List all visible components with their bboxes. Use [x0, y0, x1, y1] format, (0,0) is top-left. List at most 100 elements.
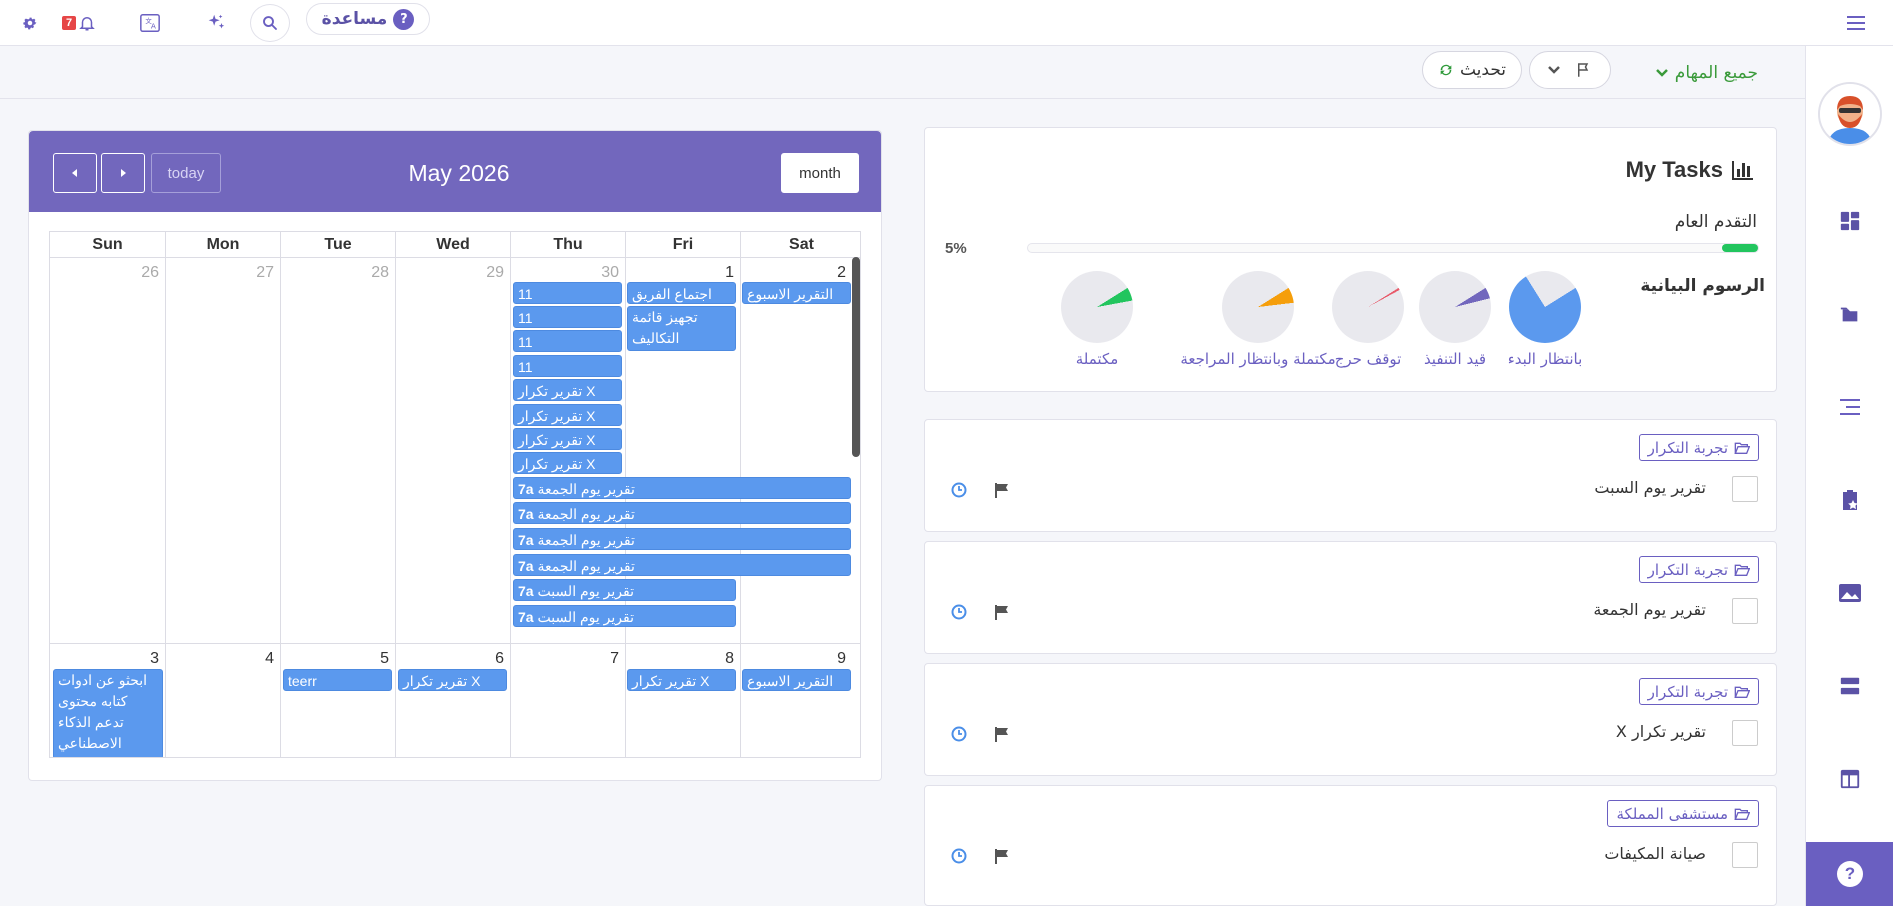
- task-checkbox[interactable]: [1732, 476, 1758, 502]
- calendar-event[interactable]: teerr: [283, 669, 392, 691]
- calendar-event[interactable]: التقرير الاسبوع: [742, 669, 851, 691]
- calendar-event[interactable]: 11: [513, 355, 622, 377]
- calendar-event-friday-report[interactable]: 7a تقرير يوم الجمعة: [513, 528, 851, 550]
- task-checkbox[interactable]: [1732, 720, 1758, 746]
- event-title: تقرير يوم الجمعة: [537, 506, 635, 522]
- project-tag[interactable]: تجربة التكرار: [1638, 556, 1759, 583]
- flag-icon[interactable]: [993, 481, 1011, 499]
- day-cell[interactable]: 4: [166, 644, 281, 757]
- progress-fill: [1721, 244, 1758, 252]
- menu-hamburger-icon[interactable]: [1844, 8, 1868, 38]
- event-time: 7a: [518, 583, 534, 599]
- calendar-event-saturday-report[interactable]: 7a تقرير يوم السبت: [513, 605, 736, 627]
- calendar-event[interactable]: X تقرير تكرار: [513, 404, 622, 426]
- day-cell[interactable]: 5: [281, 644, 396, 757]
- translate-icon[interactable]: 文A: [137, 8, 163, 38]
- user-avatar[interactable]: [1818, 82, 1882, 146]
- flag-icon[interactable]: [993, 603, 1011, 621]
- calendar-event[interactable]: اجتماع الفريق: [627, 282, 736, 304]
- clock-icon[interactable]: [951, 482, 967, 498]
- project-tag[interactable]: مستشفى المملكة: [1607, 800, 1759, 827]
- calendar-event[interactable]: 11: [513, 306, 622, 328]
- task-checkbox[interactable]: [1732, 598, 1758, 624]
- project-tag-label: تجربة التكرار: [1647, 682, 1728, 701]
- task-item[interactable]: تجربة التكرار تقرير تكرار X: [924, 663, 1777, 776]
- clock-icon[interactable]: [951, 726, 967, 742]
- help-button[interactable]: مساعدة ?: [306, 3, 430, 35]
- calendar-prev-button[interactable]: [53, 153, 97, 193]
- event-title: تقرير يوم الجمعة: [537, 558, 635, 574]
- calendar-event-friday-report[interactable]: 7a تقرير يوم الجمعة: [513, 502, 851, 524]
- day-cell[interactable]: 26: [50, 258, 166, 644]
- calendar-month-view-button[interactable]: month: [781, 153, 859, 193]
- flag-icon[interactable]: [993, 847, 1011, 865]
- flag-filter-dropdown[interactable]: [1529, 51, 1611, 89]
- ai-sparkle-icon[interactable]: [203, 8, 229, 38]
- day-number: 9: [837, 650, 846, 667]
- dashboard-icon[interactable]: [1836, 207, 1864, 235]
- day-cell[interactable]: 8: [626, 644, 741, 757]
- day-cell[interactable]: 6: [396, 644, 511, 757]
- settings-gear-icon[interactable]: [18, 8, 42, 38]
- calendar-grid: Sun Mon Tue Wed Thu Fri Sat 26 27 28 29 …: [49, 231, 861, 758]
- starred-clipboard-icon[interactable]: [1836, 486, 1864, 514]
- question-icon: ?: [1837, 861, 1863, 887]
- project-tag[interactable]: تجربة التكرار: [1638, 678, 1759, 705]
- calendar-event[interactable]: X تقرير تكرار: [513, 452, 622, 474]
- calendar-event-friday-report[interactable]: 7a تقرير يوم الجمعة: [513, 554, 851, 576]
- status-pie-label: مكتملة: [1075, 350, 1119, 368]
- calendar-event[interactable]: 11: [513, 330, 622, 352]
- search-button[interactable]: [250, 4, 290, 42]
- table-layout-icon[interactable]: [1836, 765, 1864, 793]
- help-label: مساعدة: [321, 9, 388, 29]
- day-cell[interactable]: 9: [741, 644, 860, 757]
- calendar-event[interactable]: ابحثو عن ادوات كتابه محتوى تدعم الذكاء ا…: [53, 669, 163, 757]
- bell-icon: [79, 17, 95, 31]
- event-time: 7a: [518, 532, 534, 548]
- day-number: 4: [265, 650, 274, 667]
- notification-count-badge: 7: [61, 16, 77, 30]
- task-checkbox[interactable]: [1732, 842, 1758, 868]
- day-number: 28: [371, 264, 389, 281]
- all-tasks-dropdown[interactable]: جميع المهام: [1628, 59, 1758, 87]
- calendar-scrollbar[interactable]: [852, 257, 860, 457]
- day-cell[interactable]: 7: [511, 644, 626, 757]
- image-icon[interactable]: [1836, 579, 1864, 607]
- refresh-icon: [1440, 64, 1452, 76]
- calendar-event[interactable]: X تقرير تكرار: [513, 428, 622, 450]
- task-item[interactable]: تجربة التكرار تقرير يوم السبت: [924, 419, 1777, 532]
- calendar-event[interactable]: X تقرير تكرار: [398, 669, 507, 691]
- clock-icon[interactable]: [951, 848, 967, 864]
- status-pie: [1222, 271, 1294, 343]
- task-item[interactable]: تجربة التكرار تقرير يوم الجمعة: [924, 541, 1777, 654]
- refresh-button[interactable]: تحديث: [1422, 51, 1522, 89]
- task-item[interactable]: مستشفى المملكة صيانة المكيفات: [924, 785, 1777, 906]
- side-help-button[interactable]: ?: [1806, 842, 1893, 906]
- calendar-event-friday-report[interactable]: 7a تقرير يوم الجمعة: [513, 477, 851, 499]
- calendar-event[interactable]: التقرير الاسبوع: [742, 282, 851, 304]
- day-cell[interactable]: 27: [166, 258, 281, 644]
- notifications-button[interactable]: 7: [56, 8, 102, 38]
- event-title: تقرير يوم السبت: [537, 609, 634, 625]
- calendar-event[interactable]: تجهيز قائمة التكاليف: [627, 306, 736, 351]
- project-tag-label: تجربة التكرار: [1647, 560, 1728, 579]
- day-cell[interactable]: 28: [281, 258, 396, 644]
- day-cell[interactable]: 2: [741, 258, 860, 644]
- calendar-event[interactable]: 11: [513, 282, 622, 304]
- calendar-next-button[interactable]: [101, 153, 145, 193]
- day-number: 26: [141, 264, 159, 281]
- day-number: 8: [725, 650, 734, 667]
- calendar-event[interactable]: X تقرير تكرار: [627, 669, 736, 691]
- calendar-event-saturday-report[interactable]: 7a تقرير يوم السبت: [513, 579, 736, 601]
- calendar-event[interactable]: X تقرير تكرار: [513, 379, 622, 401]
- overall-progress-label: التقدم العام: [1674, 212, 1757, 232]
- server-icon[interactable]: [1836, 672, 1864, 700]
- event-title: تقرير يوم السبت: [537, 583, 634, 599]
- day-cell[interactable]: 29: [396, 258, 511, 644]
- calendar-today-button[interactable]: today: [151, 153, 221, 193]
- tasks-list-icon[interactable]: [1836, 393, 1864, 421]
- flag-icon[interactable]: [993, 725, 1011, 743]
- folders-icon[interactable]: [1836, 300, 1864, 328]
- project-tag[interactable]: تجربة التكرار: [1638, 434, 1759, 461]
- clock-icon[interactable]: [951, 604, 967, 620]
